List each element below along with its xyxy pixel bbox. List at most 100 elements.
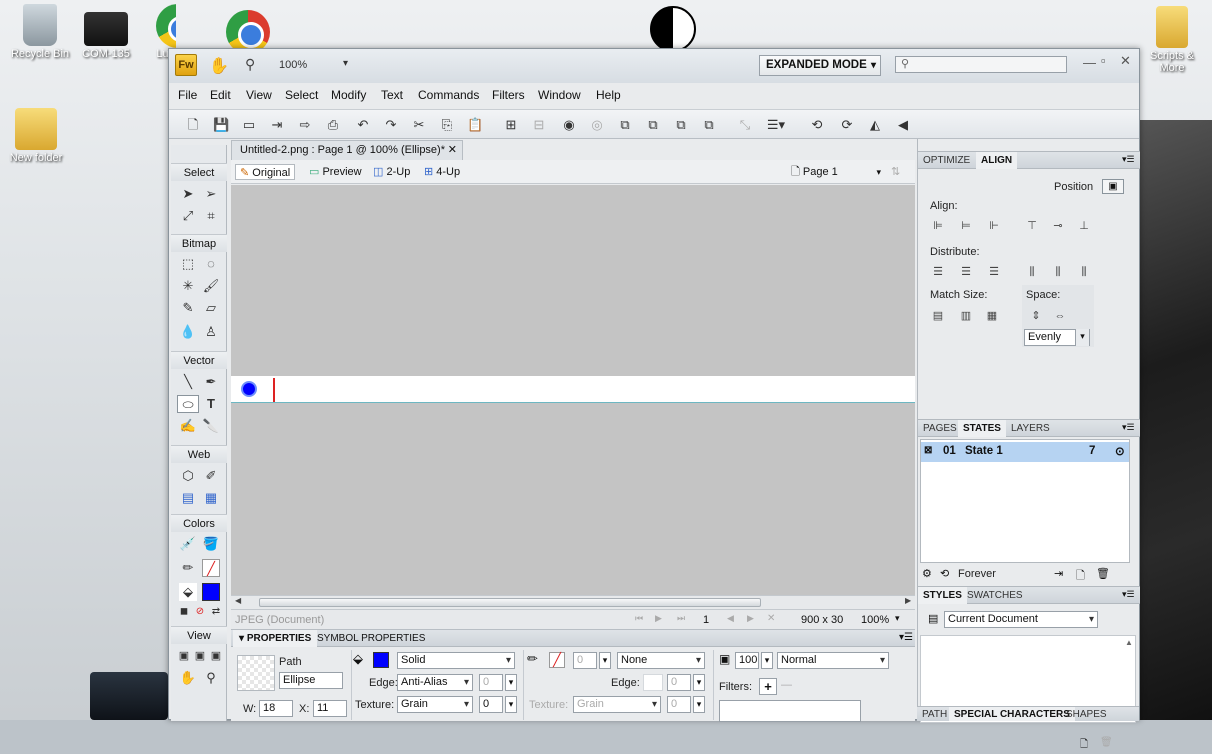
panel-menu-icon[interactable]: ▾☰ bbox=[1122, 589, 1135, 600]
tab-swatches[interactable]: SWATCHES bbox=[962, 587, 1028, 604]
stroke-texture-amount-field[interactable]: 0 bbox=[667, 696, 691, 713]
chevron-down-icon[interactable]: ▾ bbox=[693, 696, 705, 713]
align-menu-icon[interactable]: ☰▾ bbox=[763, 117, 789, 133]
texture-select[interactable]: Grain bbox=[397, 696, 473, 713]
stroke-type-select[interactable]: None bbox=[617, 652, 705, 669]
view-4up-button[interactable]: ⊞ 4-Up bbox=[420, 164, 464, 180]
tab-symbol-properties[interactable]: SYMBOL PROPERTIES bbox=[311, 630, 431, 647]
menu-edit[interactable]: Edit bbox=[210, 88, 231, 102]
pointer-tool-icon[interactable]: ➤ bbox=[179, 185, 197, 203]
menu-view[interactable]: View bbox=[246, 88, 272, 102]
tab-pages[interactable]: PAGES bbox=[918, 420, 962, 437]
close-icon[interactable]: ✕ bbox=[448, 141, 457, 159]
view-original-button[interactable]: ✎ Original bbox=[235, 164, 296, 180]
print-icon[interactable]: ⎙ bbox=[325, 117, 341, 133]
next-frame-icon[interactable]: ▶ bbox=[747, 613, 754, 624]
onion-skin-icon[interactable]: ⚙ bbox=[922, 567, 932, 580]
panel-menu-icon[interactable]: ▾☰ bbox=[1122, 422, 1135, 433]
chevron-down-icon[interactable]: ▾ bbox=[599, 652, 611, 669]
stroke-edge-box[interactable] bbox=[643, 674, 663, 691]
menu-window[interactable]: Window bbox=[538, 88, 581, 102]
stroke-size-field[interactable]: 0 bbox=[573, 652, 597, 669]
view-preview-button[interactable]: ▭ Preview bbox=[305, 164, 366, 180]
fill-type-select[interactable]: Solid bbox=[397, 652, 515, 669]
tab-optimize[interactable]: OPTIMIZE bbox=[918, 152, 975, 169]
chevron-down-icon[interactable]: ▾ bbox=[343, 58, 348, 69]
tab-states[interactable]: STATES bbox=[958, 420, 1006, 437]
save-icon[interactable]: 💾 bbox=[213, 117, 229, 133]
scale-tool-icon[interactable]: ⤢ bbox=[179, 207, 197, 225]
close-icon[interactable]: ✕ bbox=[1120, 53, 1131, 69]
position-toggle-icon[interactable]: ▣ bbox=[1102, 179, 1124, 194]
bring-to-front-icon[interactable]: ⧉ bbox=[617, 117, 633, 133]
lasso-tool-icon[interactable]: ◌ bbox=[202, 255, 220, 273]
crop-tool-icon[interactable]: ⌗ bbox=[202, 207, 220, 225]
distribute-middle-icon[interactable]: ⫼ bbox=[1050, 265, 1066, 279]
tab-special-characters[interactable]: SPECIAL CHARACTERS bbox=[949, 707, 1075, 721]
distort-icon[interactable]: ⤡ bbox=[737, 117, 753, 133]
rotate-left-icon[interactable]: ⟲ bbox=[809, 117, 825, 133]
align-center-horizontal-icon[interactable]: ⊨ bbox=[958, 219, 974, 233]
delete-style-icon[interactable]: 🗑 bbox=[1100, 737, 1113, 748]
import-icon[interactable]: ⇥ bbox=[269, 117, 285, 133]
knife-tool-icon[interactable]: 🔪 bbox=[202, 417, 220, 435]
workspace-mode-button[interactable]: EXPANDED MODE ▾ bbox=[759, 55, 881, 76]
distribute-top-icon[interactable]: ☰ bbox=[930, 265, 946, 279]
stop-icon[interactable]: ✕ bbox=[767, 613, 775, 624]
chevron-down-icon[interactable]: ▾ bbox=[693, 674, 705, 691]
first-frame-icon[interactable]: ⏮ bbox=[635, 613, 643, 624]
hand-tool-icon[interactable]: ✋ bbox=[209, 56, 229, 76]
texture-amount-field[interactable]: 0 bbox=[479, 696, 503, 713]
marquee-tool-icon[interactable]: ⬚ bbox=[179, 255, 197, 273]
status-zoom[interactable]: 100% bbox=[861, 614, 889, 626]
match-height-icon[interactable]: ▥ bbox=[958, 309, 974, 323]
maximize-icon[interactable]: ▫ bbox=[1101, 53, 1106, 68]
play-icon[interactable]: ▶ bbox=[655, 613, 662, 624]
search-input[interactable]: ⚲ bbox=[895, 56, 1067, 73]
previous-frame-icon[interactable]: ◀ bbox=[727, 613, 734, 624]
match-width-icon[interactable]: ▤ bbox=[930, 309, 946, 323]
join-icon[interactable]: ◉ bbox=[561, 117, 577, 133]
fill-color-swatch[interactable] bbox=[202, 583, 220, 601]
menu-file[interactable]: File bbox=[178, 88, 197, 102]
new-document-icon[interactable]: 🗋 bbox=[185, 117, 201, 133]
last-frame-icon[interactable]: ⏭ bbox=[677, 613, 685, 624]
eraser-tool-icon[interactable]: ▱ bbox=[202, 299, 220, 317]
panel-menu-icon[interactable]: ▾☰ bbox=[899, 632, 913, 643]
slice-tool-icon[interactable]: ✐ bbox=[202, 467, 220, 485]
rubber-stamp-tool-icon[interactable]: ♙ bbox=[202, 323, 220, 341]
new-style-icon[interactable]: 🗋 bbox=[1080, 737, 1088, 754]
copy-icon[interactable]: ⎘ bbox=[439, 117, 455, 133]
space-horizontal-icon[interactable]: ⇔ bbox=[1052, 309, 1068, 323]
scroll-up-icon[interactable]: ▲ bbox=[1125, 638, 1133, 647]
chevron-down-icon[interactable]: ▾ bbox=[505, 674, 517, 691]
loop-icon[interactable]: ⟲ bbox=[940, 567, 949, 580]
open-icon[interactable]: ▭ bbox=[241, 117, 257, 133]
brush-tool-icon[interactable]: 🖌 bbox=[202, 277, 220, 295]
rotate-right-icon[interactable]: ⟳ bbox=[839, 117, 855, 133]
panel-menu-icon[interactable]: ▾☰ bbox=[1122, 154, 1135, 165]
align-top-icon[interactable]: ⊤ bbox=[1024, 219, 1040, 233]
remove-filter-icon[interactable]: — bbox=[781, 679, 792, 691]
magic-wand-tool-icon[interactable]: ✳ bbox=[179, 277, 197, 295]
bring-forward-icon[interactable]: ⧉ bbox=[645, 117, 661, 133]
yin-yang-icon[interactable] bbox=[650, 6, 696, 52]
zoom-level[interactable]: 100% bbox=[279, 59, 307, 71]
scroll-left-icon[interactable]: ◀ bbox=[235, 596, 241, 605]
scrollbar-thumb[interactable] bbox=[259, 598, 761, 607]
tab-shapes[interactable]: SHAPES bbox=[1061, 707, 1112, 721]
page-options-icon[interactable]: ⇅ bbox=[887, 164, 904, 180]
paint-bucket-tool-icon[interactable]: 🪣 bbox=[202, 535, 220, 553]
send-to-back-icon[interactable]: ⧉ bbox=[701, 117, 717, 133]
zoom-tool-icon[interactable]: ⚲ bbox=[245, 56, 255, 73]
align-right-icon[interactable]: ⊩ bbox=[986, 219, 1002, 233]
align-center-vertical-icon[interactable]: ⊸ bbox=[1050, 219, 1066, 233]
edge-select[interactable]: Anti-Alias bbox=[397, 674, 473, 691]
stroke-color-swatch[interactable]: ╱ bbox=[549, 652, 565, 668]
pencil-tool-icon[interactable]: ✎ bbox=[179, 299, 197, 317]
delete-state-icon[interactable]: 🗑 bbox=[1096, 567, 1110, 580]
space-vertical-icon[interactable]: ⇕ bbox=[1028, 309, 1044, 323]
full-screen-icon[interactable]: ▣ bbox=[207, 647, 225, 665]
state-row[interactable]: ⊠ 01 State 1 7 ⊙ bbox=[921, 442, 1129, 462]
new-folder-icon[interactable]: New folder bbox=[0, 108, 76, 164]
